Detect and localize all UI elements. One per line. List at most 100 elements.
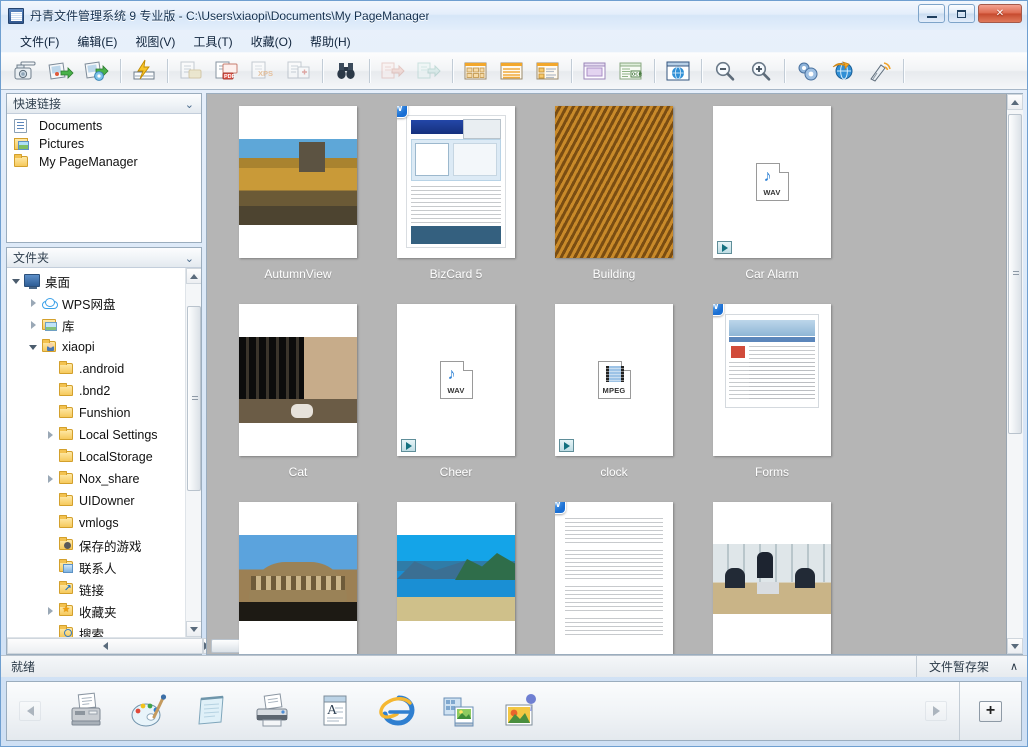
scroll-down-button[interactable] <box>1006 638 1023 654</box>
thumbnail-page[interactable]: W <box>555 502 673 654</box>
thumbnail-page[interactable]: ♪ WAV <box>713 106 831 258</box>
thumbnail-item[interactable]: W <box>535 502 693 654</box>
quick-link-documents[interactable]: Documents <box>7 117 201 135</box>
scan-settings-icon[interactable] <box>80 55 114 87</box>
thumbnail-page[interactable]: W <box>397 106 515 258</box>
internet-explorer-icon[interactable] <box>377 691 417 731</box>
thumbnail-item[interactable]: Lake <box>377 502 535 654</box>
tree-item[interactable]: Funshion <box>11 402 185 424</box>
printer-icon[interactable] <box>253 691 293 731</box>
tree-item[interactable]: UIDowner <box>11 490 185 512</box>
tree-item[interactable]: 链接 <box>11 578 185 600</box>
thumbnail-item[interactable] <box>693 502 851 654</box>
tree-scroll-track[interactable] <box>185 284 201 621</box>
thumbnail-page[interactable] <box>239 304 357 456</box>
thumbnail-page[interactable] <box>555 106 673 258</box>
maximize-button[interactable] <box>948 4 975 23</box>
play-badge-icon[interactable] <box>717 241 732 254</box>
tree-expander-icon[interactable] <box>45 429 57 441</box>
thumbnail-view-icon[interactable] <box>459 55 493 87</box>
tree-expander-icon[interactable] <box>45 605 57 617</box>
tree-item[interactable]: .bnd2 <box>11 380 185 402</box>
view-scroll-track[interactable] <box>1006 110 1023 638</box>
menu-file[interactable]: 文件(F) <box>11 31 68 52</box>
detail-view-icon[interactable] <box>531 55 565 87</box>
thumbnail-item[interactable]: W Forms <box>693 304 851 502</box>
thumbnail-item[interactable]: ♪ WAV Car Alarm <box>693 106 851 304</box>
collapse-shelf-icon[interactable]: ∧ <box>1001 660 1027 673</box>
presentation-icon[interactable] <box>578 55 612 87</box>
quick-link-my-pagemanager[interactable]: My PageManager <box>7 153 201 171</box>
tree-item[interactable]: 联系人 <box>11 556 185 578</box>
tree-item[interactable]: xiaopi <box>11 336 185 358</box>
thumbnail-page[interactable] <box>713 502 831 654</box>
tree-item[interactable]: 库 <box>11 314 185 336</box>
chevron-down-icon[interactable]: ⌄ <box>185 252 194 265</box>
tree-item[interactable]: 保存的游戏 <box>11 534 185 556</box>
menu-edit[interactable]: 编辑(E) <box>68 31 126 52</box>
scan-icon[interactable] <box>8 55 42 87</box>
image-editor-icon[interactable] <box>501 691 541 731</box>
list-view-icon[interactable] <box>495 55 529 87</box>
view-scroll-thumb[interactable] <box>1007 114 1022 434</box>
tree-expander-icon[interactable] <box>28 319 40 331</box>
export-pdf-icon[interactable]: PDF <box>210 55 244 87</box>
folders-header[interactable]: 文件夹 ⌄ <box>7 248 201 268</box>
tree-item[interactable]: LocalStorage <box>11 446 185 468</box>
ocr-icon[interactable]: OCR <box>614 55 648 87</box>
photo-viewer-icon[interactable] <box>439 691 479 731</box>
thumbnail-item[interactable]: History <box>219 502 377 654</box>
tree-expander-icon[interactable] <box>11 275 23 287</box>
chevron-down-icon[interactable]: ⌄ <box>185 98 194 111</box>
tree-horizontal-scrollbar[interactable] <box>7 637 356 654</box>
thumbnail-page[interactable]: W <box>713 304 831 456</box>
tree-expander-icon[interactable] <box>28 341 40 353</box>
scroll-up-button[interactable] <box>185 268 201 284</box>
close-button[interactable]: ✕ <box>978 4 1022 23</box>
thumbnail-item[interactable]: W BizCard 5 <box>377 106 535 304</box>
thumbnail-page[interactable] <box>239 106 357 258</box>
dock-scroll-right[interactable] <box>913 701 959 721</box>
tree-item[interactable]: 桌面 <box>11 270 185 292</box>
notepad-icon[interactable] <box>191 691 231 731</box>
tree-item[interactable]: WPS网盘 <box>11 292 185 314</box>
export-xps-icon[interactable]: XPS <box>246 55 280 87</box>
thumbnail-item[interactable]: MPEG clock <box>535 304 693 502</box>
tree-item[interactable]: vmlogs <box>11 512 185 534</box>
menu-view[interactable]: 视图(V) <box>126 31 184 52</box>
save-as-icon[interactable] <box>174 55 208 87</box>
scroll-right-button[interactable] <box>925 701 947 721</box>
file-shelf-label[interactable]: 文件暂存架 <box>915 656 1001 677</box>
scroll-up-button[interactable] <box>1006 94 1023 110</box>
thumbnail-item[interactable]: AutumnView <box>219 106 377 304</box>
tree-vertical-scrollbar[interactable] <box>185 268 201 637</box>
zoom-out-icon[interactable] <box>708 55 742 87</box>
thumbnail-page[interactable] <box>397 502 515 654</box>
copy-to-icon[interactable] <box>282 55 316 87</box>
web-browse-icon[interactable] <box>661 55 695 87</box>
tree-item[interactable]: 搜索 <box>11 622 185 637</box>
thumbnail-item[interactable]: Building <box>535 106 693 304</box>
quick-link-pictures[interactable]: Pictures <box>7 135 201 153</box>
thumbnail-grid[interactable]: AutumnView W BizCard 5 Building ♪ WAV Car Alar… <box>207 94 1006 654</box>
quick-link-icon[interactable] <box>127 55 161 87</box>
play-badge-icon[interactable] <box>401 439 416 452</box>
thumbnail-page[interactable] <box>239 502 357 654</box>
thumbnail-item[interactable]: ♪ WAV Cheer <box>377 304 535 502</box>
send-to-icon[interactable] <box>827 55 861 87</box>
tree-expander-icon[interactable] <box>28 297 40 309</box>
scroll-down-button[interactable] <box>185 621 201 637</box>
tree-item[interactable]: .android <box>11 358 185 380</box>
add-button[interactable]: + <box>979 700 1002 722</box>
tree-item[interactable]: Nox_share <box>11 468 185 490</box>
wordpad-icon[interactable]: A <box>315 691 355 731</box>
zoom-in-icon[interactable] <box>744 55 778 87</box>
tree-item[interactable]: Local Settings <box>11 424 185 446</box>
dock-scroll-left[interactable] <box>7 701 53 721</box>
thumbnail-page[interactable]: MPEG <box>555 304 673 456</box>
import-icon[interactable] <box>376 55 410 87</box>
menu-tools[interactable]: 工具(T) <box>184 31 241 52</box>
menu-favorites[interactable]: 收藏(O) <box>242 31 301 52</box>
export-icon[interactable] <box>412 55 446 87</box>
tree-expander-icon[interactable] <box>45 473 57 485</box>
